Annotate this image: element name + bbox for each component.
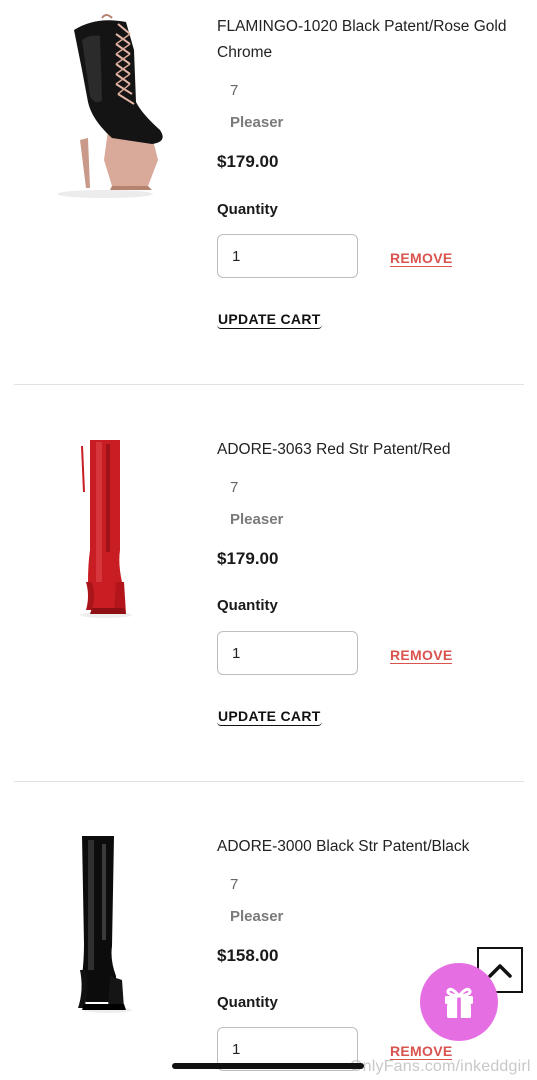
gift-button[interactable] [420, 963, 498, 1041]
quantity-label: Quantity [217, 597, 278, 614]
remove-button[interactable]: REMOVE [390, 647, 453, 664]
product-title[interactable]: FLAMINGO-1020 Black Patent/Rose Gold Chr… [217, 14, 517, 66]
product-title[interactable]: ADORE-3000 Black Str Patent/Black [217, 834, 517, 860]
product-price: $179.00 [217, 152, 279, 171]
quantity-label: Quantity [217, 994, 278, 1011]
quantity-input[interactable] [217, 631, 358, 675]
remove-button[interactable]: REMOVE [390, 250, 453, 267]
product-size: 7 [230, 876, 239, 893]
product-image[interactable] [30, 10, 180, 200]
product-size: 7 [230, 82, 239, 99]
chevron-up-icon [488, 964, 512, 978]
thigh-boot-black-image [78, 836, 132, 1013]
home-indicator [172, 1063, 364, 1069]
quantity-label: Quantity [217, 201, 278, 218]
product-price: $179.00 [217, 549, 279, 568]
watermark-text: OnlyFans.com/inkeddgirl [350, 1058, 531, 1075]
product-size: 7 [230, 479, 239, 496]
gift-icon [445, 987, 473, 1018]
product-brand: Pleaser [230, 114, 284, 131]
product-brand: Pleaser [230, 511, 284, 528]
ankle-boot-image [57, 14, 163, 198]
update-cart-button[interactable]: UPDATE CART [217, 311, 322, 329]
cart-page: FLAMINGO-1020 Black Patent/Rose Gold Chr… [0, 0, 537, 1080]
product-image[interactable] [30, 830, 180, 1020]
product-price: $158.00 [217, 946, 279, 965]
update-cart-button[interactable]: UPDATE CART [217, 708, 322, 726]
product-image[interactable] [30, 432, 180, 622]
thigh-boot-image [80, 440, 132, 618]
item-divider [14, 384, 524, 385]
product-brand: Pleaser [230, 908, 284, 925]
product-title[interactable]: ADORE-3063 Red Str Patent/Red [217, 437, 517, 463]
item-divider [14, 781, 524, 782]
quantity-input[interactable] [217, 234, 358, 278]
